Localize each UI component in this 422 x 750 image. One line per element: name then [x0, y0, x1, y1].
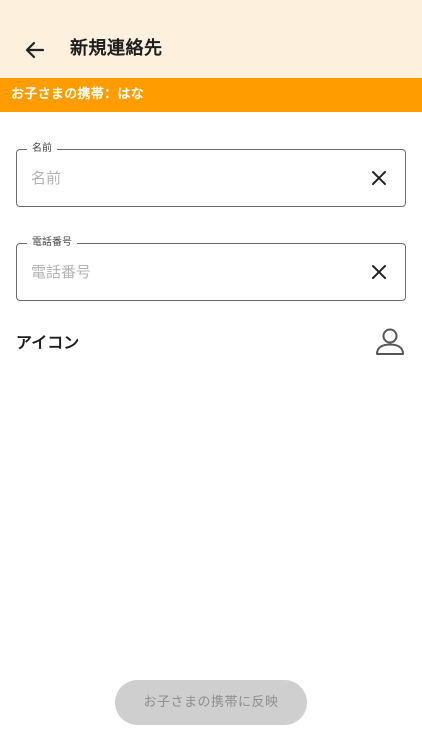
- phone-field: 電話番号: [16, 236, 406, 301]
- name-input[interactable]: [31, 164, 351, 192]
- apply-to-child-device-button[interactable]: お子さまの携帯に反映: [115, 680, 307, 725]
- clear-phone-button[interactable]: [367, 260, 391, 284]
- close-icon: [372, 171, 386, 185]
- phone-field-label: 電話番号: [27, 236, 77, 250]
- back-button[interactable]: [18, 33, 52, 67]
- name-field: 名前: [16, 142, 406, 207]
- clear-name-button[interactable]: [367, 166, 391, 190]
- app-header: 新規連絡先: [0, 0, 422, 78]
- name-field-label: 名前: [27, 142, 57, 156]
- phone-input[interactable]: [31, 258, 351, 286]
- avatar-select-button[interactable]: [374, 326, 406, 358]
- page-title: 新規連絡先: [70, 38, 163, 59]
- child-device-banner: お子さまの携帯：はな: [0, 78, 422, 112]
- icon-row-label: アイコン: [16, 333, 80, 352]
- person-icon: [376, 328, 404, 355]
- arrow-left-icon: [25, 41, 45, 59]
- close-icon: [372, 265, 386, 279]
